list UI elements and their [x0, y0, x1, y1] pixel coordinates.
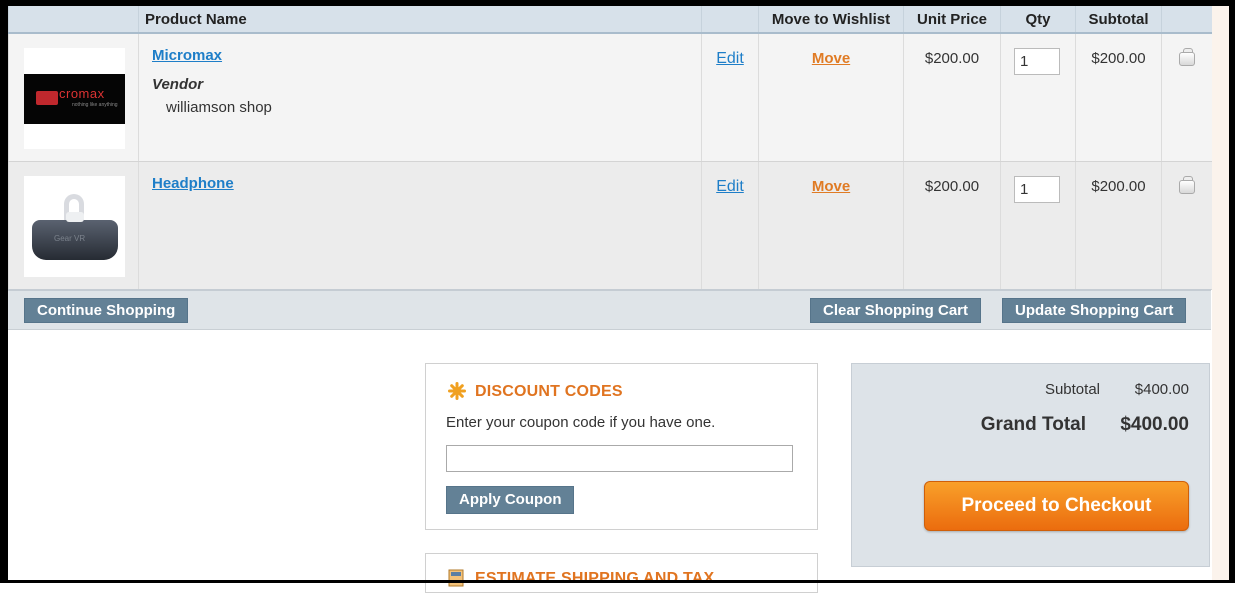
clear-cart-button[interactable]: Clear Shopping Cart: [810, 298, 982, 323]
qty-input[interactable]: [1014, 48, 1060, 75]
table-header: Product Name Move to Wishlist Unit Price…: [8, 6, 1212, 34]
continue-shopping-button[interactable]: Continue Shopping: [24, 298, 189, 323]
cart-actions-bar: Continue Shopping Clear Shopping Cart Up…: [8, 289, 1211, 330]
edit-link[interactable]: Edit: [702, 162, 758, 196]
apply-coupon-button[interactable]: Apply Coupon: [446, 486, 575, 514]
trash-icon[interactable]: [1179, 48, 1195, 66]
discount-codes-box: DISCOUNT CODES Enter your coupon code if…: [425, 363, 818, 530]
unit-price-cell: $200.00: [903, 33, 1001, 162]
move-to-wishlist-link[interactable]: Move: [759, 162, 903, 195]
qty-cell: [1000, 161, 1076, 290]
micromax-logo-tagline: nothing like anything: [72, 102, 118, 108]
shopping-cart-table: Product Name Move to Wishlist Unit Price…: [8, 6, 1212, 290]
header-image: [8, 6, 139, 34]
vendor-label: Vendor: [152, 76, 204, 93]
subtotal-label: Subtotal: [1044, 381, 1100, 398]
page-edge: [1212, 0, 1229, 583]
header-move-to-wishlist: Move to Wishlist: [758, 6, 904, 34]
product-name-cell: Micromax Vendor williamson shop: [138, 33, 702, 162]
move-to-wishlist-link[interactable]: Move: [759, 34, 903, 67]
estimate-shipping-box: ESTIMATE SHIPPING AND TAX: [425, 553, 818, 593]
table-row: Gear VR Headphone Edit Move $200.00 $200…: [8, 161, 1212, 290]
update-cart-button[interactable]: Update Shopping Cart: [1002, 298, 1187, 323]
product-image-cell: Gear VR: [8, 161, 139, 290]
qty-cell: [1000, 33, 1076, 162]
table-row: cromax nothing like anything Micromax Ve…: [8, 33, 1212, 162]
row-subtotal: $200.00: [1091, 50, 1146, 67]
vendor-value: williamson shop: [166, 99, 272, 116]
grand-total-value: $400.00: [1120, 414, 1189, 435]
subtotal-cell: $200.00: [1075, 161, 1162, 290]
micromax-logo-text: cromax: [59, 86, 105, 101]
product-image-headphone[interactable]: Gear VR: [24, 175, 125, 277]
product-name-cell: Headphone: [138, 161, 702, 290]
product-image-cell: cromax nothing like anything: [8, 33, 139, 162]
unit-price: $200.00: [924, 50, 980, 67]
product-link-headphone[interactable]: Headphone: [152, 175, 234, 192]
cart-table-wrapper: Product Name Move to Wishlist Unit Price…: [8, 6, 1212, 290]
row-subtotal: $200.00: [1091, 177, 1146, 195]
product-image-micromax[interactable]: cromax nothing like anything: [24, 48, 125, 149]
micromax-logo-mark: [36, 91, 58, 105]
edit-cell: Edit: [701, 161, 759, 290]
wishlist-cell: Move: [758, 33, 904, 162]
wishlist-cell: Move: [758, 161, 904, 290]
header-subtotal: Subtotal: [1075, 6, 1162, 34]
header-edit: [701, 6, 759, 34]
proceed-to-checkout-button[interactable]: Proceed to Checkout: [924, 481, 1189, 531]
edit-link[interactable]: Edit: [702, 34, 758, 68]
shipping-title-row: ESTIMATE SHIPPING AND TAX: [447, 569, 715, 588]
header-remove: [1161, 6, 1212, 34]
header-product-name: Product Name: [138, 6, 702, 34]
discount-title-row: DISCOUNT CODES: [447, 382, 623, 401]
micromax-logo: cromax nothing like anything: [24, 74, 125, 124]
remove-cell: [1161, 33, 1212, 162]
remove-cell: [1161, 161, 1212, 290]
grand-total-label: Grand Total: [980, 414, 1086, 435]
unit-price: $200.00: [924, 177, 980, 195]
shipping-title: ESTIMATE SHIPPING AND TAX: [475, 570, 715, 587]
discount-title: DISCOUNT CODES: [475, 383, 623, 400]
qty-input[interactable]: [1014, 175, 1060, 203]
subtotal-cell: $200.00: [1075, 33, 1162, 162]
edit-cell: Edit: [701, 33, 759, 162]
subtotal-value: $400.00: [1134, 381, 1189, 398]
header-qty: Qty: [1000, 6, 1076, 34]
vr-headset-top: [66, 211, 84, 222]
discount-badge-icon: [448, 382, 466, 400]
coupon-code-input[interactable]: [446, 445, 793, 472]
trash-icon[interactable]: [1179, 175, 1195, 194]
header-unit-price: Unit Price: [903, 6, 1001, 34]
product-link-micromax[interactable]: Micromax: [152, 47, 222, 64]
discount-instructions: Enter your coupon code if you have one.: [446, 414, 716, 431]
cart-totals-box: Subtotal $400.00 Grand Total $400.00 Pro…: [851, 363, 1210, 567]
unit-price-cell: $200.00: [903, 161, 1001, 290]
shipping-calculator-icon: [448, 569, 464, 587]
vr-headset-label: Gear VR: [54, 233, 86, 243]
